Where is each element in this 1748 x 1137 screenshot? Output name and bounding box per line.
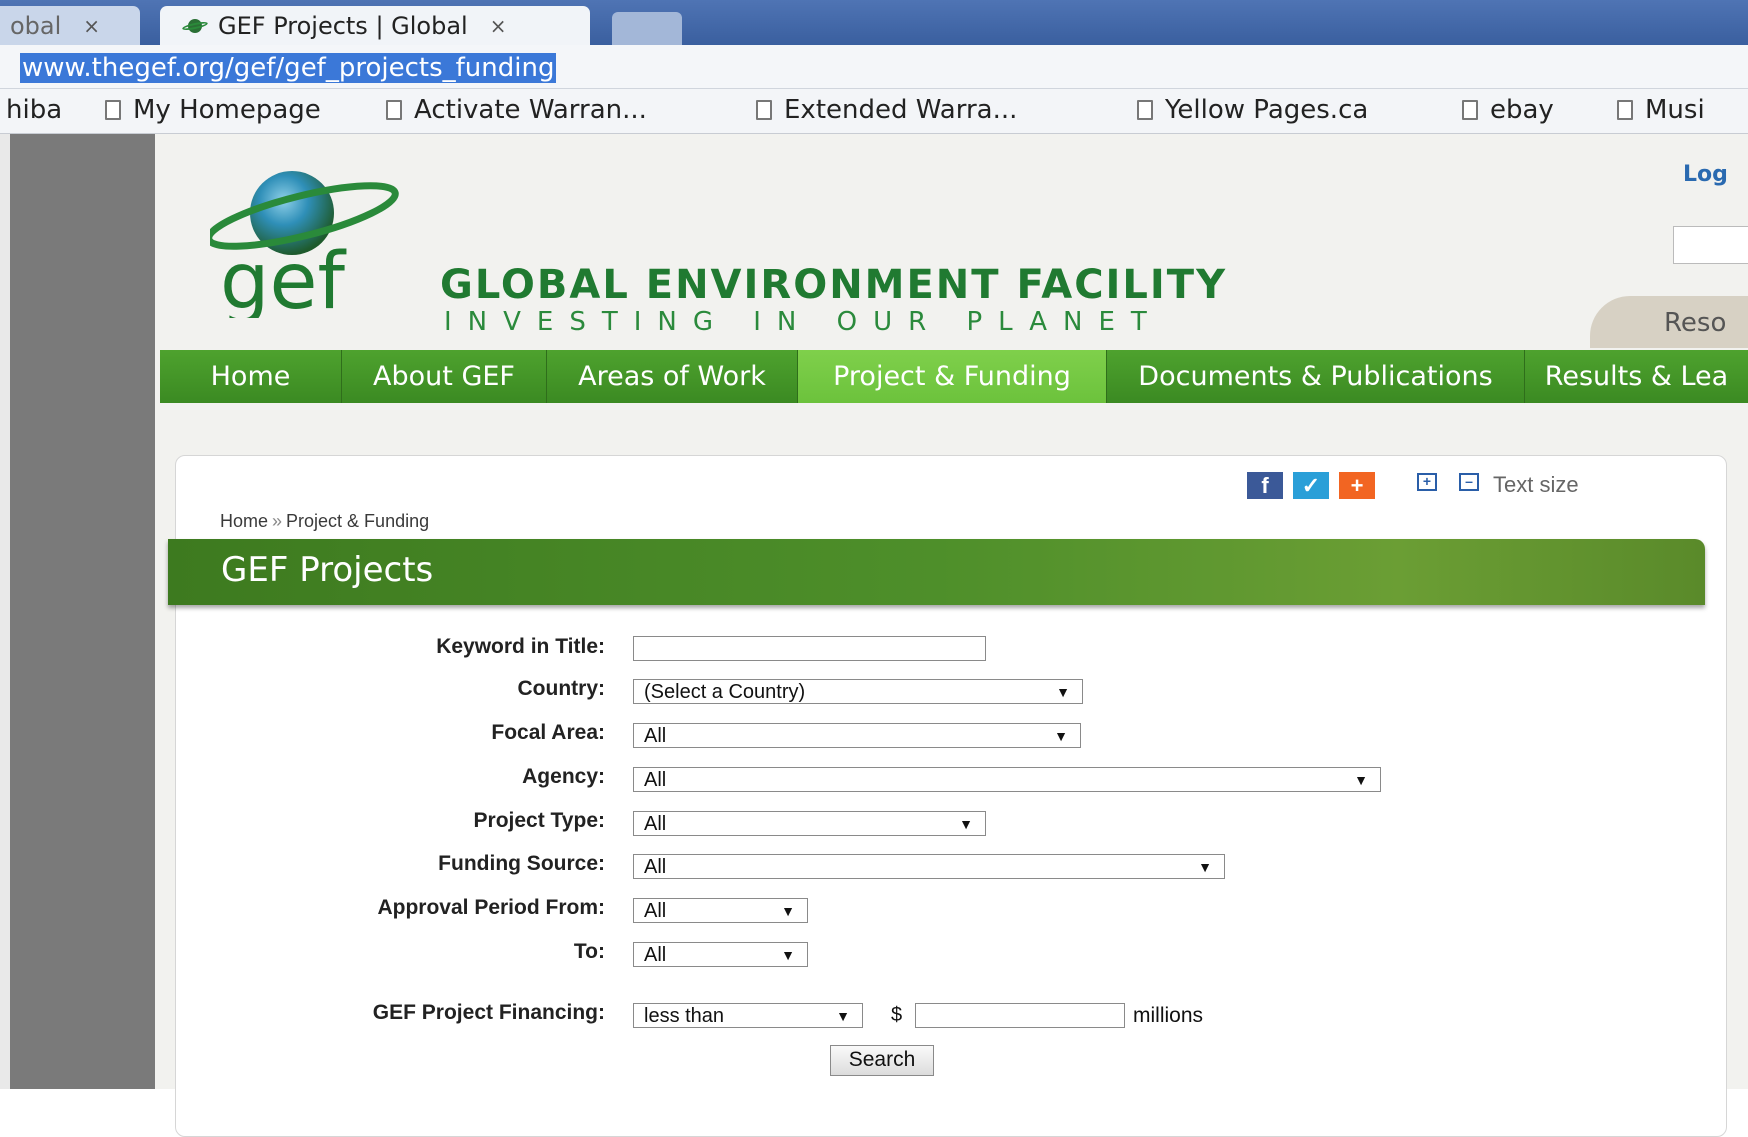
dropdown-arrow-icon: ▼	[781, 903, 795, 919]
nav-documents-publications[interactable]: Documents & Publications	[1107, 350, 1525, 403]
bookmark-item[interactable]: Activate Warran...	[386, 95, 647, 125]
approval-from-select[interactable]: All ▼	[633, 898, 808, 923]
focal-area-select[interactable]: All ▼	[633, 723, 1081, 748]
gef-logo[interactable]: gef	[210, 168, 410, 318]
country-select[interactable]: (Select a Country) ▼	[633, 679, 1083, 704]
financing-operator-value: less than	[644, 1005, 725, 1027]
login-link[interactable]: Log	[1683, 162, 1728, 187]
window-edge	[0, 134, 10, 1089]
nav-home[interactable]: Home	[160, 350, 342, 403]
page-icon	[1137, 100, 1153, 120]
bookmark-label: Extended Warra...	[784, 95, 1018, 125]
nav-project-funding[interactable]: Project & Funding	[798, 350, 1107, 403]
browser-tab-strip: obal × GEF Projects | Global ×	[0, 0, 1748, 45]
logo-wordmark: gef	[220, 237, 347, 318]
text-size-increase-icon[interactable]: +	[1417, 473, 1437, 491]
gef-favicon-icon	[182, 18, 208, 34]
keyword-input[interactable]	[633, 636, 986, 661]
project-type-select[interactable]: All ▼	[633, 811, 986, 836]
project-type-value: All	[644, 813, 667, 835]
bookmark-label: hiba	[6, 95, 63, 125]
browser-tab-active[interactable]: GEF Projects | Global ×	[160, 6, 590, 45]
page-icon	[105, 100, 121, 120]
financing-amount-input[interactable]	[915, 1003, 1125, 1028]
agency-label: Agency:	[522, 765, 605, 788]
browser-tab-previous[interactable]: obal ×	[0, 6, 140, 45]
nav-areas-of-work[interactable]: Areas of Work	[547, 350, 798, 403]
new-tab-button[interactable]	[612, 12, 682, 45]
country-label: Country:	[517, 677, 606, 700]
bookmark-item[interactable]: hiba	[6, 95, 62, 125]
bookmark-item[interactable]: Musi	[1617, 95, 1705, 125]
tab-title: obal	[10, 11, 62, 40]
close-tab-icon[interactable]: ×	[490, 14, 507, 38]
agency-select[interactable]: All ▼	[633, 767, 1381, 792]
approval-to-select[interactable]: All ▼	[633, 942, 808, 967]
dropdown-arrow-icon: ▼	[836, 1008, 850, 1024]
bookmark-item[interactable]: Yellow Pages.ca	[1137, 95, 1368, 125]
approval-from-label: Approval Period From:	[377, 896, 605, 919]
search-button[interactable]: Search	[830, 1045, 934, 1076]
twitter-icon[interactable]: ✓	[1293, 472, 1329, 499]
bookmark-label: Musi	[1645, 95, 1705, 125]
nav-about-gef[interactable]: About GEF	[342, 350, 547, 403]
bookmark-label: My Homepage	[133, 95, 321, 125]
page-icon	[386, 100, 402, 120]
breadcrumb-current[interactable]: Project & Funding	[286, 511, 429, 531]
tab-title: GEF Projects | Global	[218, 11, 468, 40]
page-title: GEF Projects	[221, 550, 434, 590]
bookmark-item[interactable]: ebay	[1462, 95, 1554, 125]
url-text[interactable]: www.thegef.org/gef/gef_projects_funding	[20, 53, 557, 83]
focal-area-label: Focal Area:	[491, 721, 605, 744]
page-icon	[1462, 100, 1478, 120]
site-search-input[interactable]	[1673, 226, 1748, 264]
page-left-margin	[0, 134, 155, 1089]
resources-tab[interactable]: Reso	[1590, 296, 1748, 348]
financing-operator-select[interactable]: less than ▼	[633, 1003, 863, 1028]
bookmarks-bar: hiba My Homepage Activate Warran... Exte…	[0, 89, 1748, 134]
dropdown-arrow-icon: ▼	[1054, 728, 1068, 744]
focal-area-value: All	[644, 725, 667, 747]
breadcrumb-home[interactable]: Home	[220, 511, 268, 531]
approval-from-value: All	[644, 900, 667, 922]
agency-value: All	[644, 769, 667, 791]
dropdown-arrow-icon: ▼	[1056, 684, 1070, 700]
dropdown-arrow-icon: ▼	[1198, 859, 1212, 875]
breadcrumb: Home» Project & Funding	[220, 511, 429, 532]
text-size-label: Text size	[1493, 472, 1579, 497]
site-tagline: INVESTING IN OUR PLANET	[444, 307, 1163, 337]
approval-to-value: All	[644, 944, 667, 966]
project-type-label: Project Type:	[473, 809, 605, 832]
addthis-icon[interactable]: +	[1339, 472, 1375, 499]
breadcrumb-separator: »	[272, 511, 283, 531]
page-icon	[756, 100, 772, 120]
funding-source-select[interactable]: All ▼	[633, 854, 1225, 879]
page-icon	[1617, 100, 1633, 120]
nav-results-learning[interactable]: Results & Lea	[1525, 350, 1748, 403]
country-value: (Select a Country)	[644, 681, 806, 703]
address-bar[interactable]: www.thegef.org/gef/gef_projects_funding	[0, 45, 1748, 89]
site-name: GLOBAL ENVIRONMENT FACILITY	[440, 262, 1228, 308]
text-size-decrease-icon[interactable]: –	[1459, 473, 1479, 491]
currency-symbol: $	[891, 1004, 903, 1026]
funding-source-value: All	[644, 856, 667, 878]
dropdown-arrow-icon: ▼	[781, 947, 795, 963]
bookmark-label: Activate Warran...	[414, 95, 647, 125]
dropdown-arrow-icon: ▼	[1354, 772, 1368, 788]
bookmark-item[interactable]: Extended Warra...	[756, 95, 1017, 125]
approval-to-label: To:	[573, 940, 605, 963]
financing-label: GEF Project Financing:	[372, 1001, 605, 1024]
bookmark-label: ebay	[1490, 95, 1554, 125]
close-tab-icon[interactable]: ×	[83, 14, 100, 38]
bookmark-label: Yellow Pages.ca	[1165, 95, 1369, 125]
dropdown-arrow-icon: ▼	[959, 816, 973, 832]
financing-units: millions	[1133, 1004, 1204, 1027]
facebook-icon[interactable]: f	[1247, 472, 1283, 499]
bookmark-item[interactable]: My Homepage	[105, 95, 321, 125]
funding-source-label: Funding Source:	[438, 852, 605, 875]
main-nav: Home About GEF Areas of Work Project & F…	[160, 350, 1748, 403]
keyword-label: Keyword in Title:	[436, 635, 605, 658]
